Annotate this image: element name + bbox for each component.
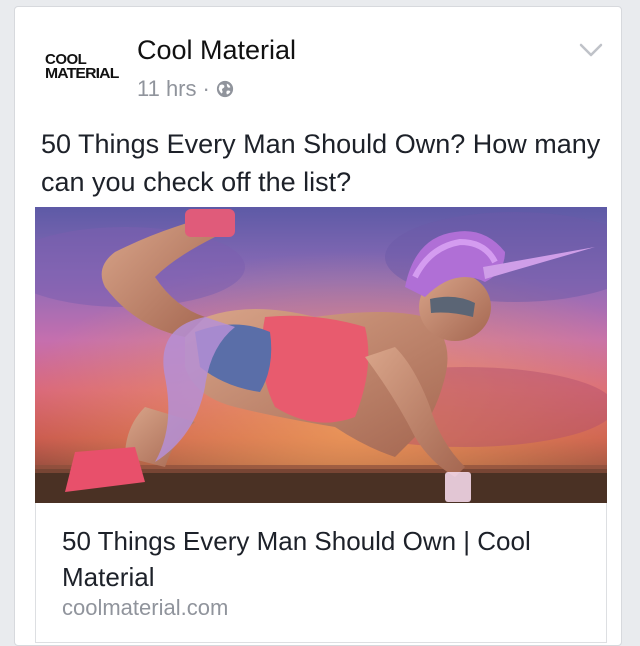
preview-photo (35, 207, 607, 503)
chevron-down-icon[interactable] (579, 41, 603, 59)
link-title[interactable]: 50 Things Every Man Should Own | Cool Ma… (62, 523, 592, 595)
page-avatar[interactable]: COOL MATERIAL (45, 52, 123, 93)
link-preview-card[interactable]: 50 Things Every Man Should Own | Cool Ma… (35, 503, 607, 643)
post-meta: 11 hrs · (137, 76, 234, 102)
post-card: COOL MATERIAL Cool Material 11 hrs · 50 … (14, 6, 622, 646)
link-preview-image[interactable] (35, 207, 607, 503)
post-timestamp[interactable]: 11 hrs (137, 76, 197, 102)
globe-icon (216, 80, 233, 98)
meta-separator: · (202, 76, 210, 101)
link-domain: coolmaterial.com (62, 595, 229, 620)
logo-line2: MATERIAL (45, 65, 119, 82)
post-text: 50 Things Every Man Should Own? How many… (41, 129, 601, 197)
page-name-link[interactable]: Cool Material (137, 35, 296, 66)
